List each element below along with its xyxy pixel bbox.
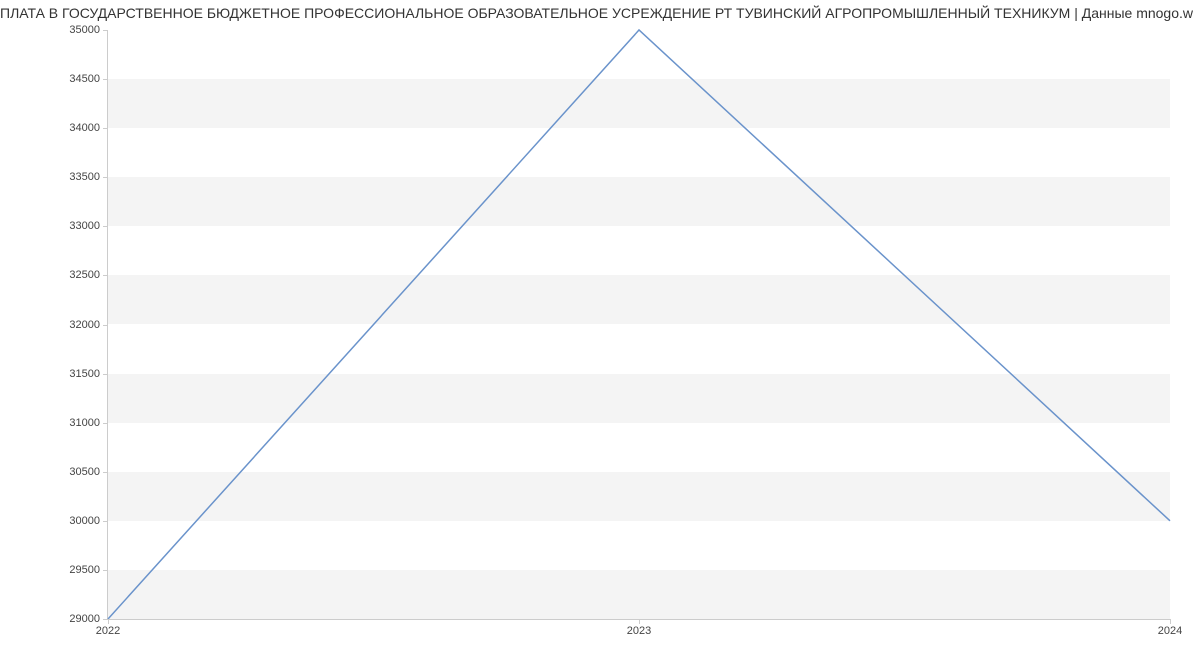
y-axis-tick-label: 31000 <box>69 417 100 429</box>
y-axis-tick-mark <box>103 423 108 424</box>
y-axis-tick-label: 34000 <box>69 122 100 134</box>
y-axis-tick-mark <box>103 472 108 473</box>
y-axis-tick-mark <box>103 30 108 31</box>
line-series <box>108 30 1170 619</box>
y-axis-tick-mark <box>103 570 108 571</box>
x-axis-tick-mark <box>639 619 640 624</box>
y-axis-tick-mark <box>103 128 108 129</box>
plot-area: 2900029500300003050031000315003200032500… <box>107 30 1170 620</box>
y-axis-tick-mark <box>103 521 108 522</box>
y-axis-tick-mark <box>103 79 108 80</box>
line-chart-svg <box>108 30 1170 619</box>
y-axis-tick-label: 31500 <box>69 368 100 380</box>
y-axis-tick-mark <box>103 374 108 375</box>
x-axis-tick-mark <box>1170 619 1171 624</box>
x-axis-tick-label: 2023 <box>627 625 651 637</box>
chart-container: ПЛАТА В ГОСУДАРСТВЕННОЕ БЮДЖЕТНОЕ ПРОФЕС… <box>0 0 1200 650</box>
x-axis-tick-label: 2022 <box>96 625 120 637</box>
y-axis-tick-label: 35000 <box>69 24 100 36</box>
y-axis-tick-label: 29500 <box>69 564 100 576</box>
y-axis-tick-label: 30500 <box>69 466 100 478</box>
y-axis-tick-label: 29000 <box>69 613 100 625</box>
x-axis-tick-mark <box>108 619 109 624</box>
y-axis-tick-mark <box>103 226 108 227</box>
y-axis-tick-label: 32500 <box>69 269 100 281</box>
y-axis-tick-label: 33500 <box>69 171 100 183</box>
chart-title: ПЛАТА В ГОСУДАРСТВЕННОЕ БЮДЖЕТНОЕ ПРОФЕС… <box>0 5 1200 21</box>
y-axis-tick-label: 30000 <box>69 515 100 527</box>
y-axis-tick-label: 34500 <box>69 73 100 85</box>
y-axis-tick-label: 33000 <box>69 220 100 232</box>
y-axis-tick-mark <box>103 177 108 178</box>
y-axis-tick-label: 32000 <box>69 319 100 331</box>
x-axis-tick-label: 2024 <box>1158 625 1182 637</box>
y-axis-tick-mark <box>103 325 108 326</box>
y-axis-tick-mark <box>103 275 108 276</box>
